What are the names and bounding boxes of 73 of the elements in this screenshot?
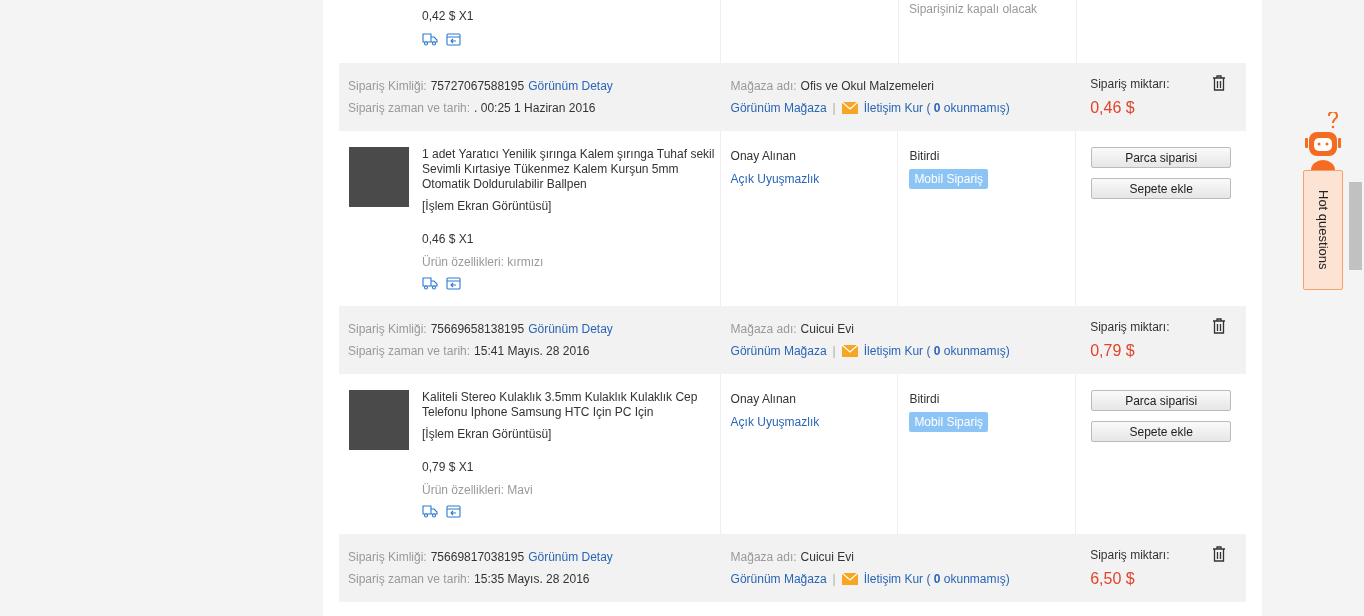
order-time-label: Sipariş zaman ve tarih: <box>348 100 471 117</box>
unit-price: 0,79 $ X1 <box>422 459 475 476</box>
order-time: . 00:25 1 Haziran 2016 <box>474 100 596 117</box>
store-name: Ofis ve Okul Malzemeleri <box>800 78 934 95</box>
order-time: 15:35 Mayıs. 28 2016 <box>474 571 590 588</box>
truck-icon[interactable] <box>422 277 438 290</box>
product-properties: Ürün özellikleri: kırmızı <box>422 254 545 271</box>
order-amount-label: Sipariş miktarı: <box>1090 318 1170 336</box>
order-action-button[interactable]: Sepete ekle <box>1091 421 1232 442</box>
truck-icon[interactable] <box>422 33 438 46</box>
product-title-link[interactable]: 1 adet Yaratıcı Yenilik şırınga Kalem şırınga Tuhaf sekil Sevimli Kırtasiye Tükenmez Kalem Kurşun 5mm Otomatik Doldurulabilir Ballpen <box>422 147 716 192</box>
hot-questions-tab[interactable]: Hot questions <box>1303 170 1343 290</box>
store-label: Mağaza adı: <box>730 78 797 95</box>
order-id-label: Sipariş Kimliği: <box>348 321 427 338</box>
link-separator: | <box>832 343 836 360</box>
view-store-link[interactable]: Görünüm Mağaza <box>730 99 827 117</box>
truck-icon[interactable] <box>422 505 438 518</box>
trash-icon[interactable] <box>1212 545 1226 562</box>
mobile-order-badge: Mobil Sipariş <box>909 412 989 432</box>
link-separator: | <box>832 100 836 117</box>
return-box-icon[interactable] <box>446 505 461 518</box>
trash-icon[interactable] <box>1212 74 1226 91</box>
envelope-icon <box>841 102 858 114</box>
store-label: Mağaza adı: <box>730 321 797 338</box>
open-dispute-link[interactable]: Açık Uyuşmazlık <box>730 170 898 188</box>
product-title-link[interactable]: Kaliteli Stereo Kulaklık 3.5mm Kulaklık Kulaklık Cep Telefonu Iphone Samsung HTC Için PC Için <box>422 390 716 420</box>
store-label: Mağaza adı: <box>730 549 797 566</box>
order-id-label: Sipariş Kimliği: <box>348 78 427 95</box>
unit-price: 0,46 $ X1 <box>422 231 475 248</box>
link-separator: | <box>832 571 836 588</box>
open-dispute-link[interactable]: Açık Uyuşmazlık <box>730 413 898 431</box>
order-detail-link[interactable]: Görünüm Detay <box>528 548 613 566</box>
order-time: 15:41 Mayıs. 28 2016 <box>474 343 590 360</box>
order-amount-label: Sipariş miktarı: <box>1090 546 1170 564</box>
store-name: Cuicui Evi <box>800 549 854 566</box>
order-id: 75727067588195 <box>430 78 525 95</box>
robot-icon[interactable] <box>1303 112 1343 170</box>
return-box-icon[interactable] <box>446 33 461 46</box>
confirmation-status: Onay Alınan <box>730 391 797 408</box>
order-id-label: Sipariş Kimliği: <box>348 549 427 566</box>
status-note: Siparişiniz kapalı olacak <box>909 2 1038 16</box>
order-action-button[interactable]: Sepete ekle <box>1091 178 1232 199</box>
mobile-order-badge: Mobil Sipariş <box>909 169 989 189</box>
order-id: 75669817038195 <box>430 549 525 566</box>
product-properties: Ürün özellikleri: Mavi <box>422 482 534 499</box>
order-status: Bitirdi <box>909 391 940 408</box>
order-time-label: Sipariş zaman ve tarih: <box>348 571 471 588</box>
order-action-button[interactable]: Parca siparisi <box>1091 147 1232 168</box>
scrollbar-thumb[interactable] <box>1349 182 1362 270</box>
contact-link[interactable]: İletişim Kur ( 0 okunmamış) <box>863 570 1010 588</box>
contact-link[interactable]: İletişim Kur ( 0 okunmamış) <box>863 99 1010 117</box>
order-amount: 0,46 $ <box>1090 97 1136 118</box>
order-action-button[interactable]: Parca siparisi <box>1091 390 1232 411</box>
return-box-icon[interactable] <box>446 277 461 290</box>
contact-link[interactable]: İletişim Kur ( 0 okunmamış) <box>863 342 1010 360</box>
order-detail-link[interactable]: Görünüm Detay <box>528 320 613 338</box>
trash-icon[interactable] <box>1212 317 1226 334</box>
view-store-link[interactable]: Görünüm Mağaza <box>730 570 827 588</box>
screenshot-link[interactable]: [İşlem Ekran Görüntüsü] <box>422 425 716 443</box>
order-time-label: Sipariş zaman ve tarih: <box>348 343 471 360</box>
screenshot-link[interactable]: [İşlem Ekran Görüntüsü] <box>422 197 716 215</box>
unit-price: 0,42 $ X1 <box>422 8 475 25</box>
envelope-icon <box>841 345 858 357</box>
envelope-icon <box>841 573 858 585</box>
store-name: Cuicui Evi <box>800 321 854 338</box>
order-amount-label: Sipariş miktarı: <box>1090 75 1170 93</box>
order-id: 75669658138195 <box>430 321 525 338</box>
order-amount: 6,50 $ <box>1090 568 1136 589</box>
order-status: Bitirdi <box>909 148 940 165</box>
order-detail-link[interactable]: Görünüm Detay <box>528 77 613 95</box>
view-store-link[interactable]: Görünüm Mağaza <box>730 342 827 360</box>
order-amount: 0,79 $ <box>1090 340 1136 361</box>
confirmation-status: Onay Alınan <box>730 148 797 165</box>
